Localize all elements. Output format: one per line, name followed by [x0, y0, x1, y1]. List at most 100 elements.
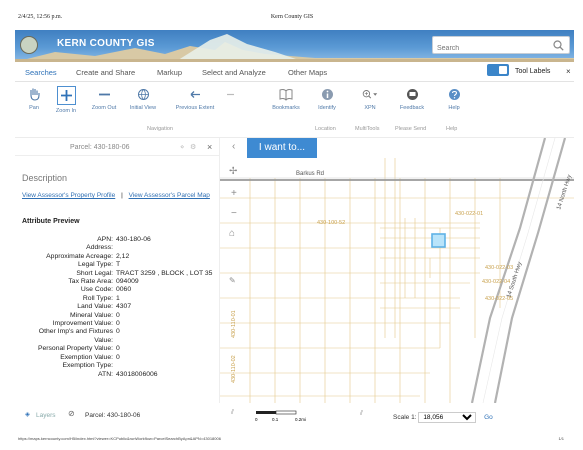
attribute-row: Other Imp's and Fixtures Value: 0 — [22, 328, 222, 345]
attribute-key: Exemption Value: — [60, 353, 113, 361]
collapse-panel-icon[interactable]: ‹ — [232, 141, 235, 152]
attribute-value: T — [116, 261, 121, 269]
county-seal-icon — [20, 36, 38, 54]
attribute-preview-heading: Attribute Preview — [22, 218, 80, 225]
status-bar: ◈ Layers ⊘ Parcel: 430-180-06 ⫽ 0 0.1 0.… — [15, 405, 574, 429]
toolbar: Pan Zoom In Zoom Out Initial View Previo… — [15, 82, 574, 138]
identify-button[interactable]: Identify — [305, 86, 349, 111]
scalebar-icon: ⫽ — [231, 409, 234, 416]
parcel-label: 430-022-01 — [455, 211, 483, 217]
attribute-row: Roll Type: 1 — [22, 295, 222, 303]
tab-searches[interactable]: Searches — [25, 68, 57, 77]
scale-icon: ⫽ — [360, 410, 363, 417]
settings-icon[interactable]: ⚙ — [190, 143, 196, 151]
attribute-key: Other Imp's and Fixtures Value: — [38, 328, 113, 344]
attribute-value — [116, 244, 216, 252]
panel-close-icon[interactable]: × — [207, 142, 212, 152]
attribute-list: APN: 430-180-06 Address: Approximate Acreag… — [22, 236, 222, 379]
parcel-label: 430-022-03 — [485, 265, 513, 271]
map-zoom-out-icon[interactable]: − — [231, 208, 237, 219]
app-title: KERN COUNTY GIS — [57, 38, 155, 49]
attribute-row: Approximate Acreage: 2,12 — [22, 253, 222, 261]
attribute-row: Legal Type: T — [22, 261, 222, 269]
search-input[interactable] — [437, 45, 547, 52]
selected-parcel-highlight[interactable] — [431, 233, 446, 248]
help-button[interactable]: Help — [432, 86, 476, 111]
print-header: 2/4/25, 12:56 p.m. Kern County GIS — [0, 0, 583, 28]
close-icon[interactable]: × — [566, 67, 571, 76]
back-arrow-icon — [187, 86, 203, 102]
attribute-row: Exemption Value: 0 — [22, 354, 222, 362]
attribute-row: Use Code: 0060 — [22, 286, 222, 294]
pin-icon[interactable]: ⋄ — [180, 143, 184, 151]
previous-extent-button[interactable]: Previous Extent — [165, 86, 225, 111]
pan-label: Pan — [29, 105, 39, 111]
feedback-button[interactable]: Feedback — [390, 86, 434, 111]
attribute-value: 43018006006 — [116, 370, 158, 378]
i-want-to-button[interactable]: I want to... — [247, 138, 317, 158]
parcel-map[interactable]: Barkus Rd 14 North Hwy 14 South Hwy 430-… — [220, 138, 574, 403]
globe-icon — [135, 86, 151, 102]
attribute-value: TRACT 3259 , BLOCK , LOT 35 — [116, 269, 213, 277]
tool-labels-label: Tool Labels — [515, 68, 551, 75]
panel-title: Parcel: 430-180-06 — [70, 144, 130, 151]
tab-markup[interactable]: Markup — [157, 68, 182, 77]
parcel-label: 430-022-05 — [485, 296, 513, 302]
xpn-button[interactable]: XPN — [348, 86, 392, 111]
bookmarks-button[interactable]: Bookmarks — [264, 86, 308, 111]
tab-create-and-share[interactable]: Create and Share — [76, 68, 135, 77]
attribute-key: Tax Rate Area: — [68, 278, 113, 286]
search-result-icon: ⊘ — [68, 409, 75, 418]
description-heading: Description — [22, 173, 68, 183]
panel-header: Parcel: 430-180-06 ⋄ ⚙ × — [15, 140, 219, 156]
scale-bar: 0 0.1 0.2mi — [255, 410, 306, 422]
plus-icon — [56, 86, 76, 105]
map-home-icon[interactable]: ⌂ — [229, 228, 235, 239]
attribute-value: 4307 — [116, 303, 132, 311]
scale-tick: 0 — [255, 417, 258, 422]
map-view[interactable]: Barkus Rd 14 North Hwy 14 South Hwy 430-… — [219, 138, 574, 403]
attribute-row: Land Value: 4307 — [22, 303, 222, 311]
hand-icon — [26, 86, 42, 102]
layers-icon[interactable]: ◈ — [25, 410, 30, 418]
map-measure-icon[interactable]: ✎ — [229, 276, 236, 285]
attribute-key: Exemption Type: — [62, 362, 113, 370]
attribute-value: 0060 — [116, 286, 132, 294]
attribute-value: 1 — [116, 294, 120, 302]
attribute-value — [116, 362, 216, 370]
zoom-in-label: Zoom In — [55, 108, 77, 114]
next-extent-button[interactable] — [220, 86, 240, 105]
layers-label[interactable]: Layers — [36, 412, 56, 419]
tab-other-maps[interactable]: Other Maps — [288, 68, 327, 77]
parcel-result-label[interactable]: Parcel: 430-180-06 — [85, 412, 140, 419]
go-button[interactable]: Go — [484, 414, 493, 421]
attribute-key: Short Legal: — [76, 269, 113, 277]
print-title: Kern County GIS — [270, 14, 314, 20]
dash-icon — [222, 86, 238, 102]
attribute-row: Improvement Value: 0 — [22, 320, 222, 328]
print-url: https://maps.kerncounty.com/H5/index.htm… — [18, 436, 221, 441]
attribute-key: Legal Type: — [77, 261, 113, 269]
attribute-key: Land Value: — [77, 303, 113, 311]
zoom-out-button[interactable]: Zoom Out — [82, 86, 126, 111]
parcel-label: 430-100-52 — [317, 220, 345, 226]
tool-labels-toggle[interactable] — [487, 64, 509, 76]
search-icon[interactable] — [553, 40, 564, 51]
compass-icon[interactable]: ✢ — [229, 166, 237, 177]
tab-select-and-analyze[interactable]: Select and Analyze — [202, 68, 266, 77]
property-profile-link[interactable]: View Assessor's Property Profile — [22, 192, 115, 199]
parcel-map-link[interactable]: View Assessor's Parcel Map — [129, 192, 210, 199]
map-zoom-in-icon[interactable]: + — [231, 188, 237, 199]
identify-label: Identify — [318, 105, 336, 111]
tab-bar: Searches Create and Share Markup Select … — [15, 62, 574, 82]
group-navigation: Navigation — [147, 126, 173, 132]
info-icon — [319, 86, 335, 102]
group-please-send: Please Send — [395, 126, 427, 132]
feedback-icon — [404, 86, 420, 102]
attribute-value: 2,12 — [116, 252, 130, 260]
scale-select[interactable]: 18,056 — [418, 412, 477, 423]
initial-view-button[interactable]: Initial View — [121, 86, 165, 111]
search-box[interactable] — [432, 36, 570, 54]
initial-view-label: Initial View — [129, 105, 157, 111]
book-icon — [278, 86, 294, 102]
